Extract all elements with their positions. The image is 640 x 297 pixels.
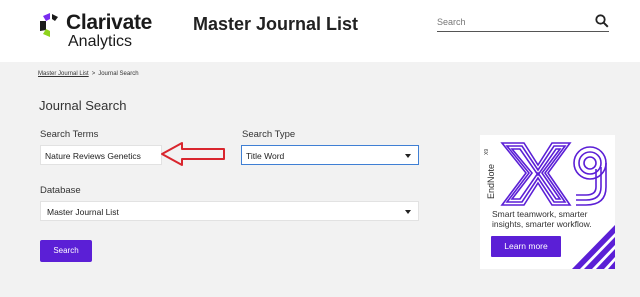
learn-more-button[interactable]: Learn more (491, 236, 561, 257)
clarivate-logo[interactable]: Clarivate Analytics (38, 11, 168, 51)
endnote-superscript: X9 (484, 149, 490, 155)
decorative-stripes (572, 225, 615, 269)
endnote-ad[interactable]: EndNote X9 Smart teamwork, smarter insig… (480, 135, 615, 269)
clarivate-logo-icon (40, 13, 58, 37)
site-header: Clarivate Analytics Master Journal List (0, 0, 640, 62)
logo-subtitle: Analytics (68, 33, 133, 50)
breadcrumb-home-link[interactable]: Master Journal List (38, 71, 89, 77)
search-type-label: Search Type (242, 129, 296, 140)
database-label: Database (40, 185, 81, 196)
search-terms-value: Nature Reviews Genetics (45, 151, 141, 161)
header-search (437, 13, 609, 32)
site-title: Master Journal List (193, 14, 359, 34)
endnote-vertical-label: EndNote (486, 164, 496, 199)
search-submit-button[interactable]: Search (40, 240, 92, 262)
chevron-down-icon (405, 210, 411, 214)
breadcrumb-current: Journal Search (98, 71, 139, 77)
search-type-value: Title Word (246, 151, 285, 161)
database-select[interactable]: Master Journal List (40, 201, 419, 221)
database-value: Master Journal List (47, 207, 119, 217)
breadcrumb-separator: > (91, 71, 96, 77)
page-title: Journal Search (39, 98, 127, 113)
search-terms-label: Search Terms (40, 129, 99, 140)
search-type-select[interactable]: Title Word (241, 145, 419, 165)
logo-name: Clarivate (66, 11, 153, 34)
search-terms-input[interactable]: Nature Reviews Genetics (40, 145, 162, 165)
search-icon[interactable] (595, 14, 609, 28)
search-input[interactable] (437, 13, 587, 31)
breadcrumb: Master Journal List > Journal Search (38, 71, 139, 77)
red-arrow-annotation (161, 142, 225, 166)
endnote-x9-logo: EndNote X9 (484, 142, 607, 206)
chevron-down-icon (405, 154, 411, 158)
